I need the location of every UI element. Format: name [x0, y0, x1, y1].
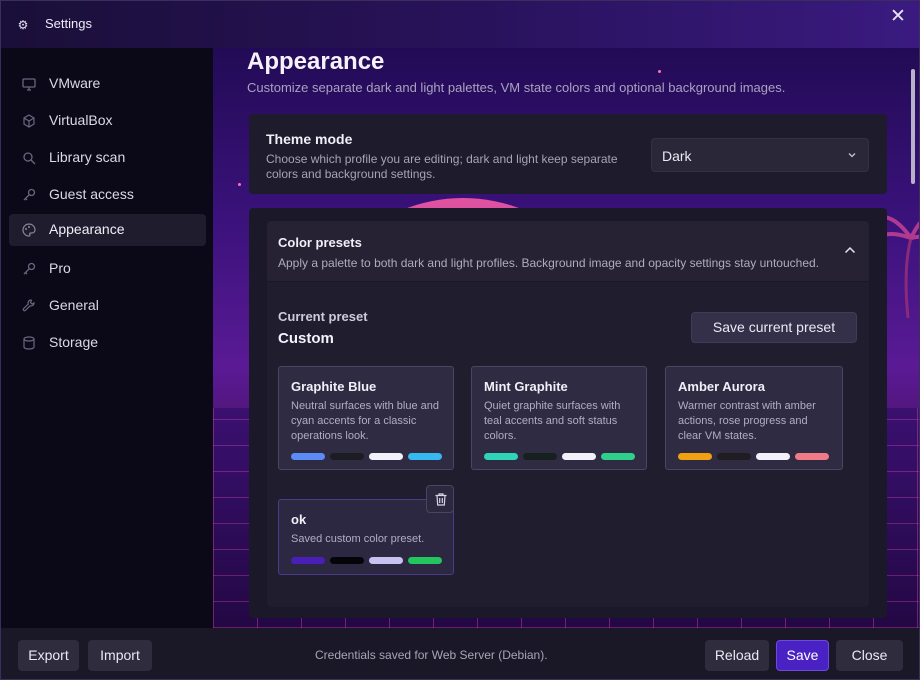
background-star	[238, 183, 241, 186]
theme-mode-select[interactable]: Dark	[651, 138, 869, 172]
preset-name: ok	[291, 512, 307, 527]
color-swatch	[408, 557, 442, 564]
save-button[interactable]: Save	[776, 640, 829, 671]
scrollbar-thumb[interactable]	[911, 69, 915, 184]
preset-card-amber-aurora[interactable]: Amber Aurora Warmer contrast with amber …	[665, 366, 843, 470]
title-bar: ⚙ Settings ✕	[1, 1, 919, 48]
color-presets-title: Color presets	[278, 235, 362, 250]
preset-name: Amber Aurora	[678, 379, 765, 394]
sidebar-item-appearance[interactable]: Appearance	[9, 214, 206, 246]
color-presets-description: Apply a palette to both dark and light p…	[278, 256, 820, 270]
close-icon[interactable]: ✕	[887, 6, 909, 28]
sidebar-item-vmware[interactable]: VMware	[9, 68, 206, 100]
preset-description: Quiet graphite surfaces with teal accent…	[484, 400, 621, 442]
sidebar: VMware VirtualBox Library scan Guest acc…	[1, 48, 213, 628]
preset-description: Saved custom color preset.	[291, 533, 425, 545]
search-icon	[23, 152, 36, 165]
key-icon	[23, 262, 36, 275]
color-swatch	[291, 453, 325, 460]
close-button[interactable]: Close	[836, 640, 903, 671]
chevron-up-icon	[844, 246, 856, 254]
page-title: Appearance	[247, 48, 385, 75]
theme-mode-title: Theme mode	[266, 131, 353, 147]
sidebar-item-guest-access[interactable]: Guest access	[9, 179, 206, 211]
sidebar-item-label: General	[49, 297, 99, 313]
trash-icon	[435, 493, 447, 506]
sidebar-item-label: Storage	[49, 334, 99, 350]
delete-preset-button[interactable]	[426, 485, 454, 513]
color-swatch	[330, 557, 364, 564]
import-button[interactable]: Import	[88, 640, 152, 671]
color-swatch	[484, 453, 518, 460]
sidebar-item-library-scan[interactable]: Library scan	[9, 142, 206, 174]
theme-mode-value: Dark	[662, 148, 692, 164]
current-preset-label: Current preset	[278, 309, 368, 324]
color-swatch	[601, 453, 635, 460]
current-preset-value: Custom	[278, 330, 334, 347]
preset-description: Neutral surfaces with blue and cyan acce…	[291, 400, 439, 442]
reload-button[interactable]: Reload	[705, 640, 769, 671]
color-swatch	[523, 453, 557, 460]
sidebar-item-label: Guest access	[49, 186, 134, 202]
sidebar-item-label: Library scan	[49, 149, 126, 165]
sidebar-item-label: Pro	[49, 260, 71, 276]
page-subtitle: Customize separate dark and light palett…	[247, 80, 786, 95]
save-current-preset-button[interactable]: Save current preset	[691, 312, 857, 343]
color-swatch	[330, 453, 364, 460]
theme-mode-description: Choose which profile you are editing; da…	[266, 152, 618, 181]
cube-icon	[23, 114, 35, 128]
sidebar-item-virtualbox[interactable]: VirtualBox	[9, 105, 206, 137]
status-text: Credentials saved for Web Server (Debian…	[315, 648, 548, 662]
sidebar-item-label: VirtualBox	[49, 112, 113, 128]
preset-description: Warmer contrast with amber actions, rose…	[678, 400, 816, 442]
monitor-icon	[22, 78, 36, 91]
color-presets-header[interactable]: Color presets Apply a palette to both da…	[267, 221, 869, 281]
theme-mode-card: Theme mode Choose which profile you are …	[249, 114, 887, 194]
key-icon	[23, 188, 36, 201]
color-swatch	[408, 453, 442, 460]
database-icon	[23, 336, 35, 350]
sidebar-item-general[interactable]: General	[9, 290, 206, 322]
background-star	[658, 70, 661, 73]
window-title: Settings	[45, 16, 92, 31]
preset-name: Graphite Blue	[291, 379, 377, 394]
wrench-icon	[22, 299, 35, 312]
sidebar-item-pro[interactable]: Pro	[9, 253, 206, 285]
color-swatch	[717, 453, 751, 460]
sidebar-item-storage[interactable]: Storage	[9, 327, 206, 359]
color-swatch	[369, 453, 403, 460]
color-swatch	[291, 557, 325, 564]
export-button[interactable]: Export	[18, 640, 79, 671]
preset-name: Mint Graphite	[484, 379, 568, 394]
sidebar-item-label: VMware	[49, 75, 101, 91]
settings-window: ⚙ Settings ✕ VMware VirtualBox Library s…	[0, 0, 920, 680]
color-swatch	[562, 453, 596, 460]
gear-icon: ⚙	[17, 18, 29, 32]
color-swatch	[678, 453, 712, 460]
palette-icon	[22, 223, 36, 237]
color-swatch	[795, 453, 829, 460]
color-swatch	[369, 557, 403, 564]
sidebar-item-label: Appearance	[49, 221, 125, 237]
preset-card-mint-graphite[interactable]: Mint Graphite Quiet graphite surfaces wi…	[471, 366, 647, 470]
footer-bar: Export Import Credentials saved for Web …	[1, 628, 919, 679]
color-swatch	[756, 453, 790, 460]
preset-card-graphite-blue[interactable]: Graphite Blue Neutral surfaces with blue…	[278, 366, 454, 470]
chevron-down-icon	[848, 153, 856, 158]
